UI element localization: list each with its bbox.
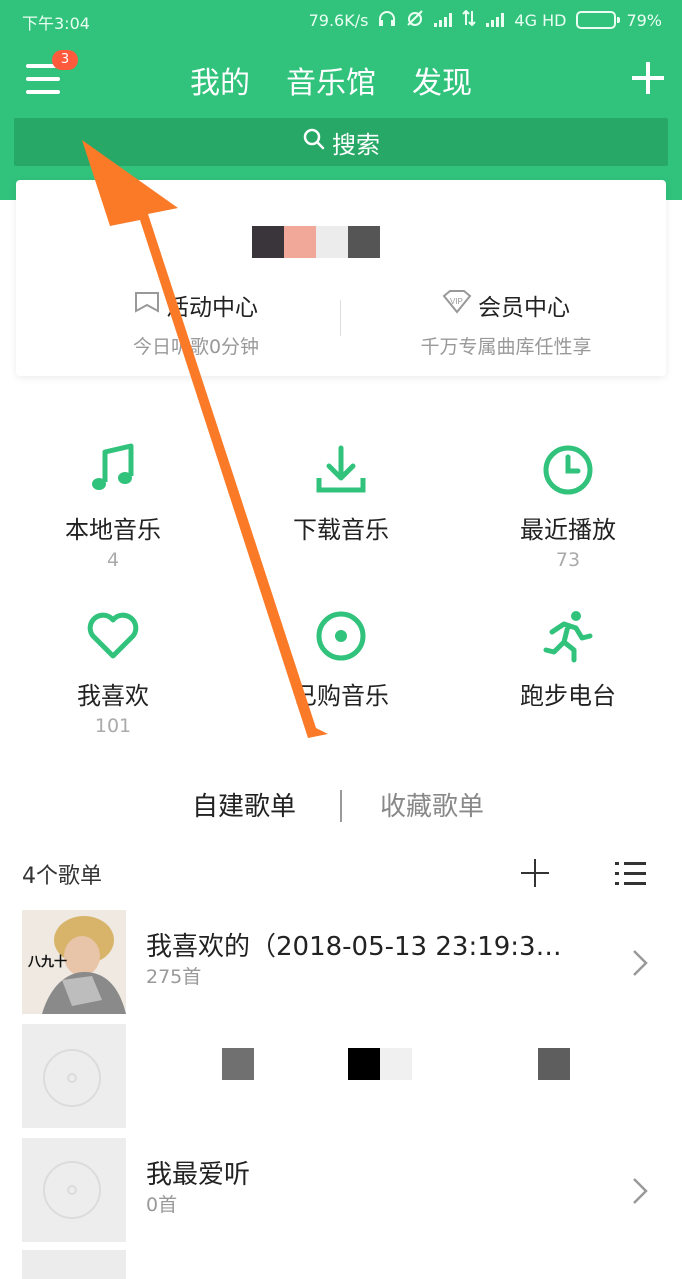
playlist-track-count: 275首: [146, 966, 202, 988]
clock-icon: [538, 440, 598, 500]
mosaic-block: [380, 1048, 412, 1080]
profile-card: 活动中心 今日听歌0分钟 VIP 会员中心 千万专属曲库任性享: [16, 180, 666, 376]
playlist-name: 我喜欢的（2018-05-13 23:19:3…: [146, 932, 562, 962]
username-mosaic: [252, 226, 380, 258]
local-music-count: 4: [106, 549, 120, 571]
download-music[interactable]: 下载音乐: [241, 440, 441, 549]
tab-mine[interactable]: 我的: [190, 58, 250, 102]
search-bar[interactable]: 搜索: [14, 118, 668, 166]
headphone-icon: [378, 10, 396, 30]
list-manage-icon[interactable]: [614, 858, 648, 890]
tab-music-hall[interactable]: 音乐馆: [286, 58, 376, 102]
battery-icon: [576, 11, 621, 29]
playlist-track-count: 0首: [146, 1194, 178, 1216]
alarm-off-icon: [406, 9, 424, 31]
playlist-segment: 自建歌单 收藏歌单: [0, 786, 682, 830]
vip-center[interactable]: VIP 会员中心 千万专属曲库任性享: [406, 288, 606, 359]
mosaic-block: [348, 1048, 380, 1080]
search-icon: [302, 127, 326, 157]
running-radio[interactable]: 跑步电台: [468, 606, 668, 715]
app-header: 下午3:04 79.6K/s 4G HD 79% 3 我的 音乐馆 发现 搜索: [0, 0, 682, 200]
music-note-icon: [83, 440, 143, 500]
my-favorites-label: 我喜欢: [77, 682, 149, 710]
mosaic-block: [316, 226, 348, 258]
signal-icon: [434, 13, 453, 27]
mosaic-block: [252, 226, 284, 258]
tab-created-playlists[interactable]: 自建歌单: [192, 786, 296, 823]
status-right: 79.6K/s 4G HD 79%: [309, 9, 662, 31]
purchased-music-label: 已购音乐: [293, 682, 389, 710]
vip-subtitle: 千万专属曲库任性享: [420, 336, 592, 358]
chevron-right-icon: [630, 948, 650, 978]
add-playlist-icon[interactable]: [520, 858, 550, 888]
bookmark-icon: [134, 290, 160, 320]
status-bar: 下午3:04 79.6K/s 4G HD 79%: [0, 0, 682, 40]
mosaic-block: [284, 226, 316, 258]
list-item[interactable]: 我最爱听 0首: [0, 1138, 682, 1248]
my-favorites[interactable]: 我喜欢 101: [13, 606, 213, 737]
vip-title: 会员中心: [478, 295, 570, 321]
playlist-cover: [22, 1138, 126, 1242]
status-time: 下午3:04: [22, 14, 90, 33]
menu-badge: 3: [52, 50, 78, 70]
data-transfer-icon: [462, 9, 477, 30]
playlist-name: 我最爱听: [146, 1160, 251, 1190]
playlist-cover: [22, 1250, 126, 1279]
recent-play[interactable]: 最近播放 73: [468, 440, 668, 571]
add-icon[interactable]: [630, 60, 666, 96]
heart-icon: [83, 606, 143, 666]
segment-divider: [340, 790, 342, 822]
search-label: 搜索: [332, 130, 380, 159]
tab-collected-playlists[interactable]: 收藏歌单: [380, 786, 484, 823]
local-music[interactable]: 本地音乐 4: [13, 440, 213, 571]
signal-icon-2: [486, 13, 505, 27]
disc-icon: [311, 606, 371, 666]
activity-center[interactable]: 活动中心 今日听歌0分钟: [96, 288, 296, 359]
tab-discover[interactable]: 发现: [412, 58, 472, 102]
mosaic-block: [538, 1048, 570, 1080]
recent-play-count: 73: [555, 549, 581, 571]
my-favorites-count: 101: [94, 715, 132, 737]
vip-icon: VIP: [442, 290, 472, 320]
local-music-label: 本地音乐: [65, 516, 161, 544]
vip-badge-text: VIP: [450, 297, 463, 306]
playlist-cover: 八九十: [22, 910, 126, 1014]
activity-subtitle: 今日听歌0分钟: [132, 336, 260, 358]
list-item[interactable]: [0, 1250, 682, 1279]
network-speed: 79.6K/s: [308, 10, 369, 30]
chevron-right-icon: [630, 1176, 650, 1206]
running-icon: [538, 606, 598, 666]
recent-play-label: 最近播放: [520, 516, 616, 544]
playlist-count: 4个歌单: [22, 864, 102, 889]
download-music-label: 下载音乐: [293, 516, 389, 544]
list-item[interactable]: [0, 1024, 682, 1134]
download-icon: [311, 440, 371, 500]
mosaic-block: [348, 226, 380, 258]
purchased-music[interactable]: 已购音乐: [241, 606, 441, 715]
network-type: 4G HD: [514, 10, 567, 30]
top-tabs: 我的 音乐馆 发现: [190, 58, 472, 102]
card-divider: [340, 300, 341, 336]
cover-text: 八九十: [27, 954, 67, 969]
playlist-cover: [22, 1024, 126, 1128]
battery-percent: 79%: [626, 10, 662, 30]
activity-title: 活动中心: [166, 295, 258, 321]
mosaic-block: [222, 1048, 254, 1080]
running-radio-label: 跑步电台: [520, 682, 616, 710]
list-item[interactable]: 八九十 我喜欢的（2018-05-13 23:19:3… 275首: [0, 910, 682, 1020]
